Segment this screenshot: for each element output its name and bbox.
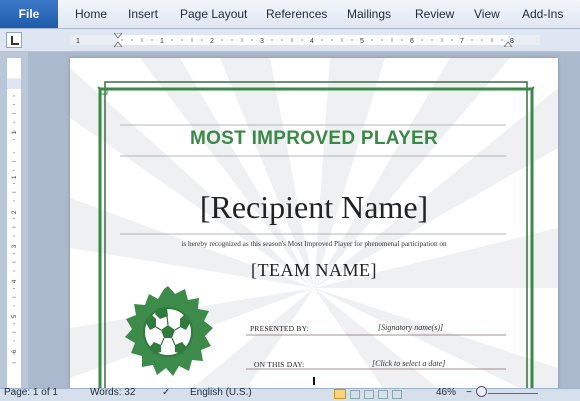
recipient-name-field[interactable]: [Recipient Name] (70, 189, 558, 226)
tab-selector-button[interactable] (6, 32, 22, 48)
tab-insert[interactable]: Insert (128, 0, 158, 28)
svg-text:3: 3 (11, 244, 18, 248)
ruler-number: 7 (460, 38, 464, 45)
certificate-title[interactable]: MOST IMPROVED PLAYER (70, 128, 558, 150)
word-count-status[interactable]: Words: 32 (90, 387, 135, 398)
document-page[interactable]: MOST IMPROVED PLAYER [Recipient Name] is… (70, 58, 558, 398)
full-screen-view-button[interactable] (350, 390, 360, 399)
page-count-status[interactable]: Page: 1 of 1 (4, 387, 58, 398)
svg-text:1: 1 (11, 175, 18, 179)
svg-text:4: 4 (11, 279, 18, 283)
svg-text:5: 5 (11, 314, 18, 318)
outline-view-button[interactable] (378, 390, 388, 399)
date-label: ON THIS DAY: (254, 360, 305, 369)
tab-add-ins[interactable]: Add-Ins (522, 0, 563, 28)
ruler-number: 4 (310, 38, 314, 45)
ruler-number: 1 (76, 38, 80, 45)
tab-file[interactable]: File (0, 0, 58, 28)
ruler-number: 1 (160, 38, 164, 45)
tab-view[interactable]: View (474, 0, 500, 28)
vertical-ruler[interactable]: 1 1 2 3 4 5 6 (6, 57, 22, 400)
recognition-text[interactable]: is hereby recognized as this season's Mo… (70, 240, 558, 248)
print-layout-view-button[interactable] (334, 389, 346, 399)
tab-page-layout[interactable]: Page Layout (180, 0, 247, 28)
presented-by-label: PRESENTED BY: (250, 324, 309, 333)
horizontal-ruler[interactable]: 1 1 2 3 4 5 6 7 8 (70, 33, 540, 47)
proofing-icon[interactable]: ✓ (162, 387, 170, 398)
ruler-bar: 1 1 2 3 4 5 6 7 8 (0, 29, 580, 52)
svg-text:2: 2 (11, 210, 18, 214)
tab-references[interactable]: References (266, 0, 327, 28)
text-cursor (313, 377, 315, 385)
ruler-number: 8 (510, 38, 514, 45)
zoom-out-icon[interactable]: − (466, 387, 472, 398)
ruler-number: 2 (210, 38, 214, 45)
status-bar: Page: 1 of 1 Words: 32 ✓ English (U.S.) … (0, 386, 580, 401)
soccer-ball-seal-icon (125, 286, 213, 376)
ruler-number: 3 (260, 38, 264, 45)
ruler-number: 6 (410, 38, 414, 45)
ruler-number: 5 (360, 38, 364, 45)
tab-mailings[interactable]: Mailings (347, 0, 391, 28)
language-status[interactable]: English (U.S.) (190, 387, 252, 398)
zoom-slider-track[interactable] (488, 393, 538, 394)
web-layout-view-button[interactable] (364, 390, 374, 399)
zoom-slider-thumb[interactable] (476, 386, 487, 397)
tab-home[interactable]: Home (75, 0, 107, 28)
svg-text:6: 6 (11, 349, 18, 353)
svg-text:1: 1 (11, 130, 18, 134)
ribbon-tab-bar: File Home Insert Page Layout References … (0, 0, 580, 29)
date-picker-field[interactable]: [Click to select a date] (372, 359, 445, 368)
zoom-level[interactable]: 46% (436, 387, 456, 398)
draft-view-button[interactable] (392, 390, 402, 399)
tab-review[interactable]: Review (415, 0, 454, 28)
team-name-field[interactable]: [TEAM NAME] (70, 260, 558, 281)
signatory-name-field[interactable]: [Signatory name(s)] (378, 323, 443, 332)
